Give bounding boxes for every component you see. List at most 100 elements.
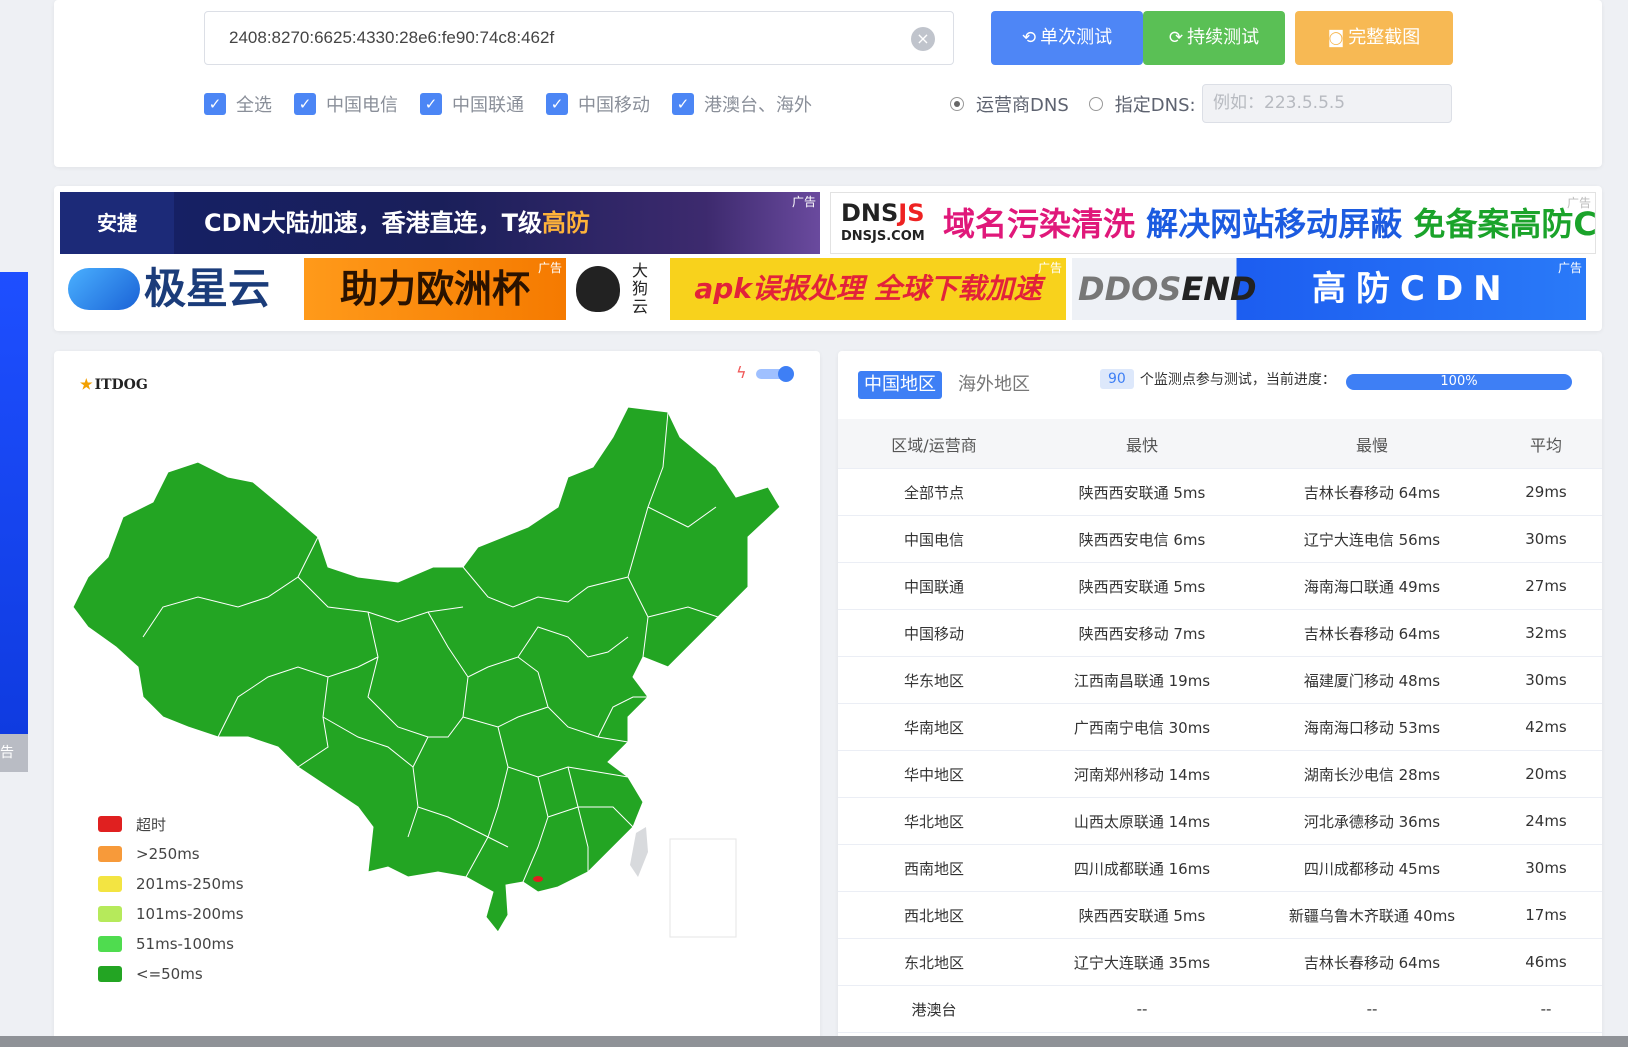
legend-swatch [98, 876, 122, 892]
ad5-text: 高防CDN [1312, 269, 1512, 309]
legend-label: 201ms-250ms [136, 875, 244, 893]
table-cell: 河南郑州移动 14ms [1073, 765, 1211, 784]
ads-card: 安捷 CDN大陆加速，香港直连，T级高防 广告 DNSJS DNSJS.COM … [54, 186, 1602, 331]
table-cell: 中国联通 [903, 577, 964, 596]
legend-label: 超时 [136, 815, 167, 834]
table-cell: 四川成都移动 45ms [1303, 859, 1441, 878]
table-cell: 42ms [1525, 718, 1567, 736]
edge-ad-tag: 告 [0, 734, 28, 772]
ad-banner-jixingyun[interactable]: 极星云 助力欧洲杯 广告 [60, 258, 566, 320]
continuous-test-button[interactable]: ⟳ 持续测试 [1143, 11, 1285, 65]
table-cell: 港澳台 [911, 1000, 957, 1019]
table-cell: 四川成都联通 16ms [1073, 859, 1211, 878]
table-row: 华南地区 广西南宁电信 30ms 海南海口移动 53ms 42ms [838, 704, 1602, 751]
anjie-logo: 安捷 [60, 192, 174, 254]
radio-custom-dns[interactable] [1088, 97, 1103, 111]
screenshot-button[interactable]: ◙ 完整截图 [1295, 11, 1453, 65]
toggle-knob [778, 366, 794, 382]
ad4-text: apk误报处理 全球下载加速 [670, 258, 1066, 320]
checkbox-label: 中国移动 [578, 95, 650, 116]
table-cell: 西南地区 [903, 859, 964, 878]
column-header: 最快 [1125, 435, 1158, 455]
table-cell: 山西太原联通 14ms [1073, 812, 1211, 831]
column-header: 区域/运营商 [891, 435, 977, 455]
dnsjs-logo-b: JS [898, 199, 925, 227]
table-cell: 湖南长沙电信 28ms [1303, 765, 1441, 784]
column-header: 最慢 [1355, 435, 1388, 455]
latency-legend: 超时 >250ms 201ms-250ms 101ms-200ms 51ms-1… [98, 809, 244, 989]
radio-isp-dns[interactable] [950, 97, 964, 111]
refresh-icon: ⟲ [1021, 28, 1037, 48]
bottom-scrollbar[interactable] [0, 1036, 1628, 1047]
legend-swatch [98, 936, 122, 952]
ad1-text: CDN大陆加速，香港直连，T级高防 [204, 192, 590, 254]
ad2-text: 域名污染清洗 解决网站移动屏蔽 免备案高防CDN [943, 193, 1595, 253]
dnsjs-domain: DNSJS.COM [841, 229, 925, 244]
table-cell: 20ms [1525, 765, 1567, 783]
legend-swatch [98, 906, 122, 922]
table-cell: 陕西西安电信 6ms [1078, 530, 1206, 549]
table-cell: -- [1366, 1000, 1378, 1018]
address-input[interactable]: 2408:8270:6625:4330:28e6:fe90:74c8:462f [204, 11, 954, 65]
ad-tag: 广告 [537, 261, 562, 275]
ad-banner-ddosend[interactable]: DDOSEND 高防CDN 广告 [1072, 258, 1586, 320]
legend-swatch [98, 966, 122, 982]
checkbox-mobile[interactable]: ✓ 中国移动 [546, 91, 650, 117]
table-cell: 华东地区 [903, 671, 964, 690]
checkbox-telecom[interactable]: ✓ 中国电信 [294, 91, 398, 117]
table-cell: 24ms [1525, 812, 1567, 830]
edge-ad-banner[interactable] [0, 272, 28, 734]
single-test-label: 单次测试 [1040, 27, 1113, 48]
table-cell: 中国电信 [903, 530, 964, 549]
checkbox-label: 全选 [236, 95, 272, 116]
map-card: ★ ITDOG ϟ 超时 >250ms 201ms-250ms 101ms-20… [54, 351, 820, 1047]
tab-overseas[interactable]: 海外地区 [952, 371, 1036, 399]
region-tabs: 中国地区 海外地区 [858, 371, 1046, 399]
ad-tag: 广告 [1566, 196, 1591, 210]
table-cell: 海南海口移动 53ms [1303, 718, 1441, 737]
dnsjs-logo-a: DNS [841, 199, 899, 227]
radio-label-custom-dns: 指定DNS: [1114, 95, 1196, 116]
table-cell: 中国移动 [903, 624, 964, 643]
husky-icon [576, 266, 620, 312]
ad-tag: 广告 [791, 195, 816, 209]
dns-radio-group: 运营商DNS 指定DNS: [950, 91, 1216, 117]
table-cell: 辽宁大连联通 35ms [1073, 953, 1211, 972]
check-icon: ✓ [672, 93, 694, 115]
legend-label: 101ms-200ms [136, 905, 244, 923]
custom-dns-input[interactable]: 例如：223.5.5.5 [1202, 84, 1452, 123]
table-row: 东北地区 辽宁大连联通 35ms 吉林长春移动 64ms 46ms [838, 939, 1602, 986]
checkbox-overseas[interactable]: ✓ 港澳台、海外 [672, 91, 812, 117]
table-cell: -- [1540, 1000, 1552, 1018]
ad-banner-anjie[interactable]: 安捷 CDN大陆加速，香港直连，T级高防 广告 [60, 192, 820, 254]
map-region-taiwan[interactable] [630, 827, 648, 877]
map-hotspot-guangdong[interactable] [533, 876, 543, 882]
table-cell: 30ms [1525, 859, 1567, 877]
auto-refresh-toggle[interactable] [756, 366, 794, 382]
flash-icon: ϟ [736, 363, 747, 382]
checkbox-label: 港澳台、海外 [704, 95, 812, 116]
ddosend-logo-b: END [1181, 270, 1257, 308]
checkbox-unicom[interactable]: ✓ 中国联通 [420, 91, 524, 117]
tab-china[interactable]: 中国地区 [858, 371, 942, 399]
checkbox-select-all[interactable]: ✓ 全选 [204, 91, 272, 117]
camera-icon: ◙ [1327, 28, 1345, 48]
table-cell: 吉林长春移动 64ms [1303, 483, 1441, 502]
table-cell: 东北地区 [903, 953, 964, 972]
table-row: 中国电信 陕西西安电信 6ms 辽宁大连电信 56ms 30ms [838, 516, 1602, 563]
test-form-card: 2408:8270:6625:4330:28e6:fe90:74c8:462f … [54, 0, 1602, 167]
legend-label: <=50ms [136, 965, 203, 983]
table-cell: 河北承德移动 36ms [1303, 812, 1441, 831]
clear-icon[interactable]: × [911, 27, 935, 51]
table-cell: 福建厦门移动 48ms [1303, 671, 1441, 690]
single-test-button[interactable]: ⟲ 单次测试 [991, 11, 1143, 65]
itdog-logo-text: ITDOG [94, 377, 148, 393]
itdog-logo: ★ ITDOG [80, 377, 148, 393]
table-cell: 30ms [1525, 671, 1567, 689]
ad-banner-dagouyun[interactable]: 大狗云 apk误报处理 全球下载加速 广告 [566, 258, 1066, 320]
node-count-badge: 90 [1100, 369, 1134, 389]
star-icon: ★ [80, 377, 93, 393]
jixingyun-name: 极星云 [144, 264, 271, 313]
south-china-sea-inset [669, 838, 737, 938]
ad-banner-dnsjs[interactable]: DNSJS DNSJS.COM 域名污染清洗 解决网站移动屏蔽 免备案高防CDN… [830, 192, 1596, 254]
